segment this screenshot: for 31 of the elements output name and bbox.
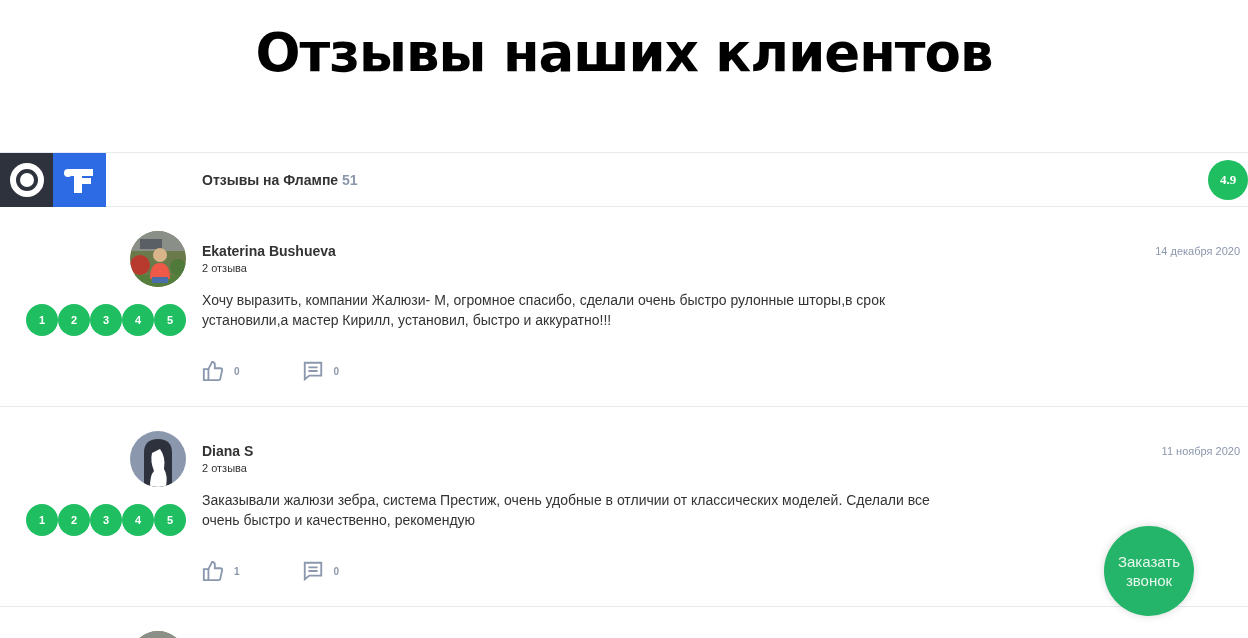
comment-icon[interactable] <box>301 360 324 382</box>
avatar-icon <box>130 431 186 487</box>
rating-point: 5 <box>154 304 186 336</box>
page-heading: Отзывы наших клиентов <box>254 21 994 85</box>
review-date: 14 декабря 2020 <box>1155 245 1240 259</box>
rating-point: 2 <box>58 304 90 336</box>
comment-icon[interactable] <box>301 560 324 582</box>
rating-point: 1 <box>26 504 58 536</box>
source-title: Отзывы на Флампе 51 <box>202 171 359 188</box>
rating-score: 4.9 <box>1208 159 1248 200</box>
rating-point: 2 <box>58 504 90 536</box>
review-count: 2 отзыва <box>202 262 248 274</box>
review-count: 2 отзыва <box>202 462 248 474</box>
rating-point: 4 <box>122 504 154 536</box>
review-text: Хочу выразить, компании Жалюзи- М, огромное спасибо, сделали очень быстро рулонные шторы,в срок установили,а мастер Кирилл, установил, быстро и аккуратно!!! <box>202 291 887 330</box>
review-text: Заказывали жалюзи зебра, система Престиж, очень удобные в отличии от классических моделей. Сделали все очень быстро и качественно, рекомендую <box>202 491 931 530</box>
like-count: 1 <box>234 565 240 577</box>
thumbs-up-icon[interactable] <box>202 360 224 382</box>
rating-point: 3 <box>90 304 122 336</box>
callback-button[interactable]: Заказать звонок <box>1104 526 1194 616</box>
rating-point: 4 <box>122 304 154 336</box>
rating-point: 1 <box>26 304 58 336</box>
reviewer-name: Diana S <box>202 443 255 459</box>
thumbs-up-icon[interactable] <box>202 560 224 582</box>
rating-point: 5 <box>154 504 186 536</box>
reviewer-name: Ekaterina Bushueva <box>202 243 337 259</box>
rating-point: 3 <box>90 504 122 536</box>
comment-count: 0 <box>333 365 340 377</box>
like-count: 0 <box>234 365 240 377</box>
comment-count: 0 <box>333 565 340 577</box>
ring-logo-icon <box>8 161 45 198</box>
